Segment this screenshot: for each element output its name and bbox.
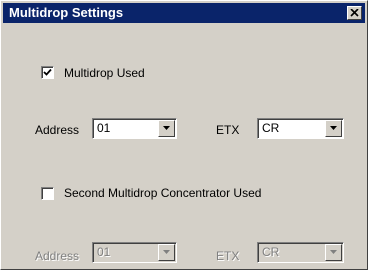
second-etx-select: CR: [257, 242, 344, 263]
etx-label: ETX: [216, 123, 240, 137]
second-address-select-value: 01: [97, 245, 111, 259]
close-icon: [350, 9, 359, 17]
multidrop-settings-dialog: Multidrop Settings Multidrop Used Addres…: [0, 0, 368, 270]
second-multidrop-checkbox[interactable]: [41, 187, 54, 200]
checkmark-icon: [43, 68, 52, 76]
address-select-value: 01: [97, 121, 111, 135]
second-address-select: 01: [92, 242, 177, 263]
second-etx-select-value: CR: [262, 245, 280, 259]
close-button[interactable]: [347, 6, 362, 20]
etx-dropdown-button[interactable]: [325, 120, 342, 137]
title-bar: Multidrop Settings: [3, 3, 365, 23]
chevron-down-icon: [330, 126, 337, 130]
second-etx-label: ETX: [216, 249, 240, 263]
multidrop-used-label[interactable]: Multidrop Used: [64, 66, 145, 80]
address-label: Address: [35, 123, 80, 137]
address-dropdown-button[interactable]: [158, 120, 175, 137]
etx-select-value: CR: [262, 121, 280, 135]
address-select[interactable]: 01: [92, 118, 177, 139]
second-etx-dropdown-button: [325, 244, 342, 261]
etx-select[interactable]: CR: [257, 118, 344, 139]
second-address-dropdown-button: [158, 244, 175, 261]
chevron-down-icon: [163, 126, 170, 130]
second-address-label: Address: [35, 249, 80, 263]
chevron-down-icon: [330, 250, 337, 254]
chevron-down-icon: [163, 250, 170, 254]
window-title: Multidrop Settings: [9, 5, 124, 20]
multidrop-used-checkbox[interactable]: [41, 66, 54, 79]
second-multidrop-label[interactable]: Second Multidrop Concentrator Used: [64, 186, 261, 200]
